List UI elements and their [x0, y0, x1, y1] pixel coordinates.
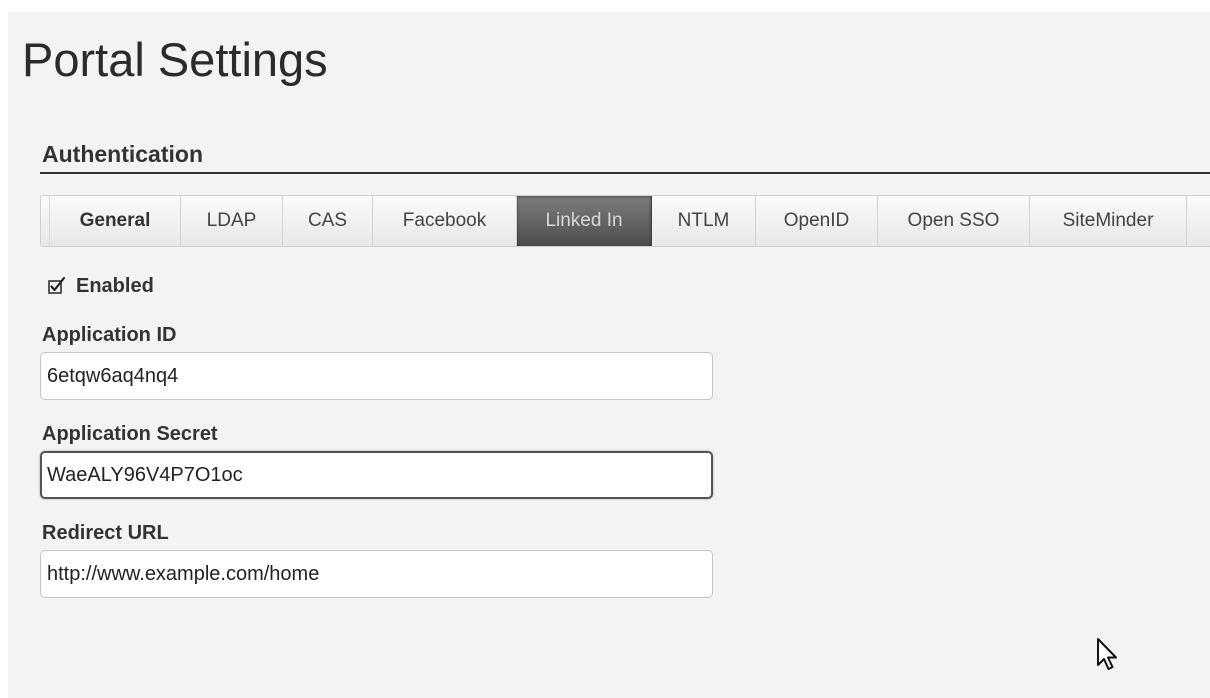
- tab-facebook[interactable]: Facebook: [373, 196, 517, 246]
- redirect-url-input[interactable]: [40, 550, 713, 598]
- tab-cas[interactable]: CAS: [283, 196, 373, 246]
- portal-settings-page: Portal Settings Authentication General L…: [8, 12, 1210, 698]
- tab-ntlm[interactable]: NTLM: [652, 196, 756, 246]
- tab-open-sso[interactable]: Open SSO: [878, 196, 1030, 246]
- auth-tabbar: General LDAP CAS Facebook Linked In NTLM…: [40, 195, 1210, 247]
- redirect-url-label: Redirect URL: [42, 522, 169, 544]
- application-id-label: Application ID: [42, 324, 177, 346]
- tab-siteminder[interactable]: SiteMinder: [1030, 196, 1187, 246]
- application-id-input[interactable]: [40, 352, 713, 400]
- enabled-label: Enabled: [76, 274, 154, 297]
- checkmark-icon[interactable]: [48, 276, 66, 296]
- enabled-checkbox-row[interactable]: Enabled: [48, 274, 154, 298]
- tab-linked-in[interactable]: Linked In: [517, 196, 652, 246]
- section-divider: [40, 172, 1210, 174]
- page-title: Portal Settings: [22, 33, 328, 86]
- tab-ldap[interactable]: LDAP: [181, 196, 283, 246]
- application-secret-label: Application Secret: [42, 423, 218, 445]
- mouse-pointer-icon: [1096, 637, 1122, 673]
- tab-general[interactable]: General: [49, 196, 181, 246]
- section-title-authentication: Authentication: [42, 141, 203, 167]
- application-secret-input[interactable]: [40, 451, 713, 499]
- tab-openid[interactable]: OpenID: [756, 196, 878, 246]
